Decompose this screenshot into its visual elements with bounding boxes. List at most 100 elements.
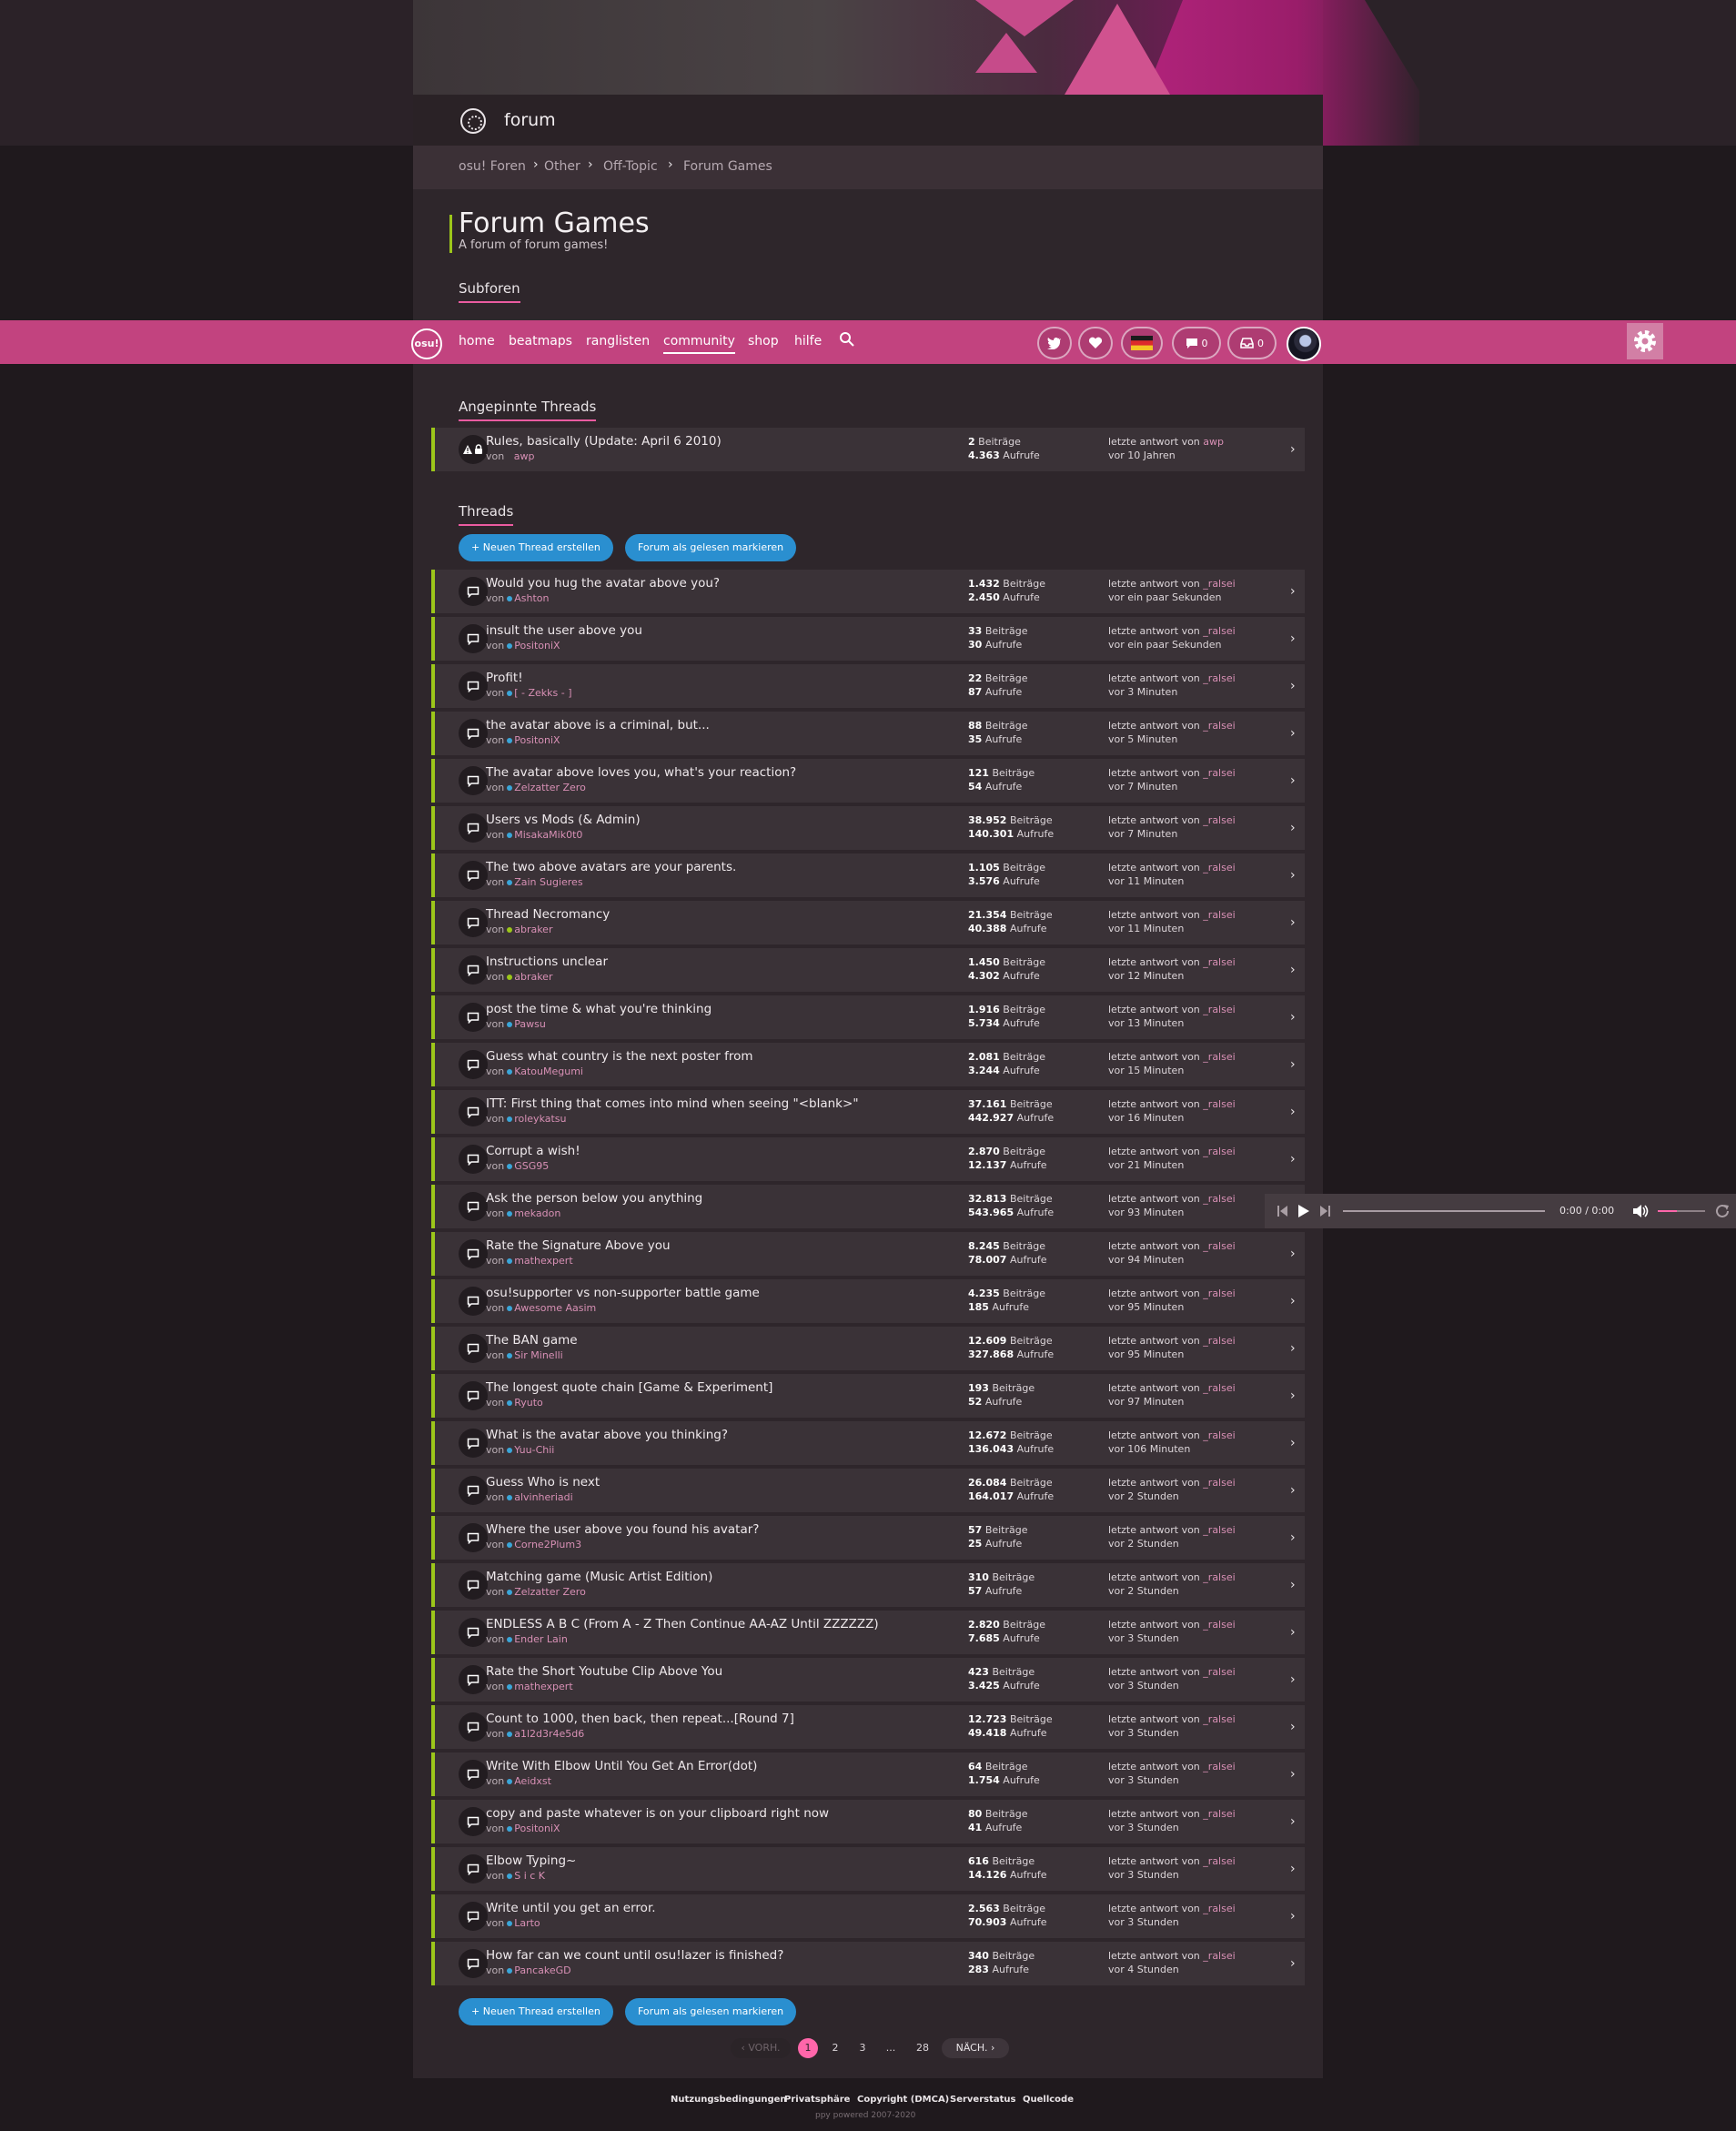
chevron-right-icon[interactable]: › — [1290, 1057, 1296, 1072]
mark-read-button[interactable]: Forum als gelesen markieren — [625, 534, 797, 561]
chevron-right-icon[interactable]: › — [1290, 1436, 1296, 1450]
thread-last-reply[interactable]: letzte antwort von _ralsei vor 95 Minuten — [1108, 1334, 1236, 1361]
thread-row[interactable]: The longest quote chain [Game & Experime… — [431, 1374, 1305, 1418]
thread-row[interactable]: osu!supporter vs non-supporter battle ga… — [431, 1279, 1305, 1323]
thread-last-reply[interactable]: letzte antwort von _ralsei vor 2 Stunden — [1108, 1476, 1236, 1503]
chevron-right-icon[interactable]: › — [1290, 1767, 1296, 1782]
thread-title[interactable]: Matching game (Music Artist Edition) — [486, 1570, 712, 1584]
author-link[interactable]: roleykatsu — [514, 1113, 566, 1125]
author-link[interactable]: PancakeGD — [514, 1964, 570, 1976]
thread-title[interactable]: Thread Necromancy — [486, 907, 610, 922]
thread-row[interactable]: the avatar above is a criminal, but... vo… — [431, 712, 1305, 755]
thread-row[interactable]: Matching game (Music Artist Edition) von Z… — [431, 1563, 1305, 1607]
thread-title[interactable]: Write With Elbow Until You Get An Error(… — [486, 1759, 757, 1773]
thread-title[interactable]: Ask the person below you anything — [486, 1191, 702, 1206]
thread-title[interactable]: Profit! — [486, 671, 523, 685]
pagination-page-28[interactable]: 28 — [913, 2038, 933, 2058]
thread-row[interactable]: copy and paste whatever is on your clipb… — [431, 1800, 1305, 1843]
author-link[interactable]: S i c K — [514, 1870, 545, 1882]
chevron-right-icon[interactable]: › — [1290, 1672, 1296, 1687]
chevron-right-icon[interactable]: › — [1290, 773, 1296, 788]
thread-last-reply[interactable]: letzte antwort von _ralsei vor 4 Stunden — [1108, 1949, 1236, 1976]
thread-last-reply[interactable]: letzte antwort von _ralsei vor 3 Stunden — [1108, 1665, 1236, 1692]
thread-title[interactable]: Rate the Signature Above you — [486, 1238, 671, 1253]
thread-title[interactable]: post the time & what you're thinking — [486, 1002, 712, 1016]
previous-track-icon[interactable] — [1277, 1205, 1288, 1217]
thread-title[interactable]: Instructions unclear — [486, 954, 608, 969]
thread-last-reply[interactable]: letzte antwort von _ralsei vor 12 Minuten — [1108, 955, 1236, 983]
thread-row[interactable]: The BAN game von Sir Minelli 12.609 Beiträg… — [431, 1327, 1305, 1370]
thread-title[interactable]: ITT: First thing that comes into mind wh… — [486, 1096, 859, 1111]
author-link[interactable]: abraker — [514, 971, 552, 983]
thread-title[interactable]: copy and paste whatever is on your clipb… — [486, 1806, 829, 1821]
volume-slider[interactable] — [1658, 1210, 1705, 1212]
language-button[interactable] — [1121, 327, 1163, 359]
thread-last-reply[interactable]: letzte antwort von _ralsei vor 106 Minute… — [1108, 1429, 1236, 1456]
author-link[interactable]: Zain Sugieres — [514, 876, 582, 888]
thread-title[interactable]: Where the user above you found his avata… — [486, 1522, 759, 1537]
twitter-button[interactable] — [1037, 327, 1072, 359]
thread-last-reply[interactable]: letzte antwort von _ralsei vor 3 Minuten — [1108, 672, 1236, 699]
osu-logo-button[interactable]: osu! — [411, 328, 442, 359]
thread-title[interactable]: Elbow Typing~ — [486, 1853, 576, 1868]
thread-last-reply[interactable]: letzte antwort von _ralsei vor 7 Minuten — [1108, 813, 1236, 841]
thread-row[interactable]: Ask the person below you anything von meka… — [431, 1185, 1305, 1228]
thread-title[interactable]: insult the user above you — [486, 623, 642, 638]
thread-last-reply[interactable]: letzte antwort von _ralsei vor 94 Minuten — [1108, 1239, 1236, 1267]
chevron-right-icon[interactable]: › — [1290, 1341, 1296, 1356]
thread-row[interactable]: What is the avatar above you thinking? vo… — [431, 1421, 1305, 1465]
thread-last-reply[interactable]: letzte antwort von _ralsei vor ein paar S… — [1108, 577, 1236, 604]
thread-row[interactable]: Elbow Typing~ von S i c K 616 Beiträge 14.12… — [431, 1847, 1305, 1891]
chevron-right-icon[interactable]: › — [1290, 1010, 1296, 1025]
chevron-right-icon[interactable]: › — [1290, 1105, 1296, 1119]
chevron-right-icon[interactable]: › — [1290, 584, 1296, 599]
thread-row[interactable]: The avatar above loves you, what's your … — [431, 759, 1305, 803]
thread-row[interactable]: insult the user above you von PositoniX 33 … — [431, 617, 1305, 661]
thread-last-reply[interactable]: letzte antwort von _ralsei vor 16 Minuten — [1108, 1097, 1236, 1125]
thread-last-reply[interactable]: letzte antwort von _ralsei vor 2 Stunden — [1108, 1570, 1236, 1598]
author-link[interactable]: Ryuto — [514, 1397, 543, 1409]
chevron-right-icon[interactable]: › — [1290, 1956, 1296, 1971]
thread-last-reply[interactable]: letzte antwort von _ralsei vor 13 Minuten — [1108, 1003, 1236, 1030]
author-link[interactable]: mathexpert — [514, 1681, 572, 1692]
pagination-prev[interactable]: ‹ VORH. — [731, 2038, 791, 2058]
thread-row[interactable]: How far can we count until osu!lazer is … — [431, 1942, 1305, 1985]
mark-read-button-bottom[interactable]: Forum als gelesen markieren — [625, 1998, 797, 2025]
author-link[interactable]: Zelzatter Zero — [514, 782, 586, 793]
chevron-right-icon[interactable]: › — [1290, 1530, 1296, 1545]
chevron-right-icon[interactable]: › — [1290, 1625, 1296, 1640]
chevron-right-icon[interactable]: › — [1290, 679, 1296, 693]
thread-title[interactable]: The avatar above loves you, what's your … — [486, 765, 796, 780]
author-link[interactable]: mathexpert — [514, 1255, 572, 1267]
author-link[interactable]: Awesome Aasim — [514, 1302, 596, 1314]
thread-last-reply[interactable]: letzte antwort von _ralsei vor 95 Minuten — [1108, 1287, 1236, 1314]
pagination-next[interactable]: NÄCH. › — [942, 2038, 1009, 2058]
thread-row[interactable]: Where the user above you found his avata… — [431, 1516, 1305, 1560]
author-link[interactable]: MisakaMik0t0 — [514, 829, 582, 841]
footer-privacy[interactable]: Privatsphäre — [784, 2095, 850, 2105]
repeat-icon[interactable] — [1714, 1203, 1731, 1219]
thread-last-reply[interactable]: letzte antwort von _ralsei vor 3 Stunden — [1108, 1760, 1236, 1787]
thread-title[interactable]: ENDLESS A B C (From A - Z Then Continue … — [486, 1617, 879, 1631]
thread-title[interactable]: The longest quote chain [Game & Experime… — [486, 1380, 772, 1395]
author-link[interactable]: PositoniX — [514, 1823, 560, 1834]
thread-last-reply[interactable]: letzte antwort von _ralsei vor ein paar S… — [1108, 624, 1236, 651]
thread-row[interactable]: ITT: First thing that comes into mind wh… — [431, 1090, 1305, 1134]
thread-last-reply[interactable]: letzte antwort von _ralsei vor 93 Minuten — [1108, 1192, 1236, 1219]
new-thread-button[interactable]: + Neuen Thread erstellen — [459, 534, 613, 561]
nav-ranglisten[interactable]: ranglisten — [586, 334, 650, 348]
footer-status[interactable]: Serverstatus — [950, 2095, 1015, 2105]
nav-shop[interactable]: shop — [748, 334, 779, 348]
author-link[interactable]: Yuu-Chii — [514, 1444, 554, 1456]
chevron-right-icon[interactable]: › — [1290, 821, 1296, 835]
thread-row[interactable]: Guess what country is the next poster fr… — [431, 1043, 1305, 1086]
breadcrumb-item-forum-games[interactable]: Forum Games — [683, 159, 772, 174]
chevron-right-icon[interactable]: › — [1290, 963, 1296, 977]
pagination-page-1[interactable]: 1 — [798, 2038, 818, 2058]
thread-title[interactable]: the avatar above is a criminal, but... — [486, 718, 710, 732]
chevron-right-icon[interactable]: › — [1290, 1294, 1296, 1308]
thread-last-reply[interactable]: letzte antwort von _ralsei vor 5 Minuten — [1108, 719, 1236, 746]
thread-title[interactable]: Would you hug the avatar above you? — [486, 576, 720, 591]
breadcrumb-item-other[interactable]: Other — [544, 159, 580, 174]
thread-last-reply[interactable]: letzte antwort von _ralsei vor 3 Stunden — [1108, 1618, 1236, 1645]
